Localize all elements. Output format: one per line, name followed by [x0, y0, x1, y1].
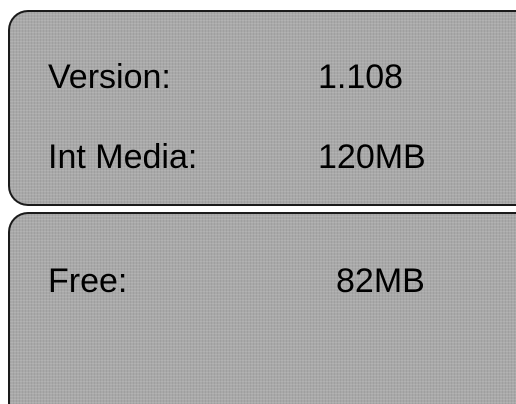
free-value: 82MB — [336, 262, 425, 300]
version-value: 1.108 — [318, 58, 404, 96]
free-label: Free: — [48, 262, 128, 300]
storage-panel: Free: 82MB — [8, 212, 516, 404]
info-panel: Version: 1.108 Int Media: 120MB — [8, 10, 516, 206]
int-media-label: Int Media: — [48, 138, 198, 176]
int-media-value: 120MB — [318, 138, 426, 176]
device-info-screen: Version: 1.108 Int Media: 120MB Free: 82… — [0, 0, 516, 404]
version-label: Version: — [48, 58, 171, 96]
screen-viewport: Version: 1.108 Int Media: 120MB Free: 82… — [0, 0, 516, 404]
